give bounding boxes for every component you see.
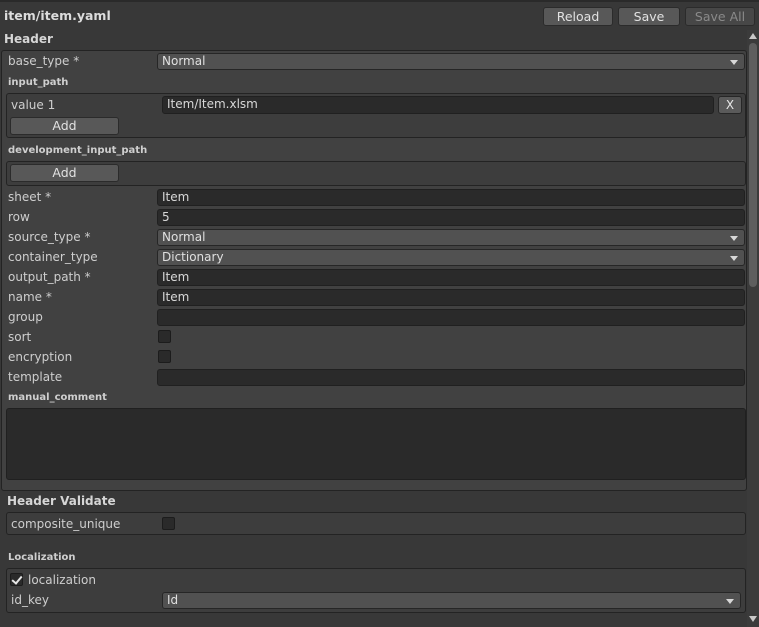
container-type-value: Dictionary (162, 250, 224, 264)
output-path-field[interactable]: Item (157, 269, 745, 286)
header-validate-title: Header Validate (7, 494, 116, 508)
container-type-label: container_type (8, 250, 98, 264)
row-field[interactable]: 5 (157, 209, 745, 226)
chevron-down-icon (726, 599, 734, 604)
base-type-value: Normal (162, 54, 206, 68)
add-development-input-path-button[interactable]: Add (10, 164, 119, 182)
top-border (0, 0, 759, 2)
group-label: group (8, 310, 43, 324)
source-type-label: source_type * (8, 230, 91, 244)
group-field[interactable] (157, 309, 745, 326)
manual-comment-textarea[interactable] (6, 408, 746, 480)
template-field[interactable] (157, 369, 745, 386)
manual-comment-label: manual_comment (8, 392, 107, 403)
header-section-title: Header (4, 32, 53, 46)
input-path-label: input_path (8, 77, 69, 88)
name-field[interactable]: Item (157, 289, 745, 306)
scrollbar-thumb[interactable] (749, 43, 757, 287)
scroll-down-arrow-icon[interactable] (749, 616, 757, 622)
id-key-dropdown[interactable]: Id (162, 592, 741, 609)
development-input-path-label: development_input_path (8, 145, 148, 156)
sort-label: sort (8, 330, 32, 344)
scroll-up-arrow-icon[interactable] (749, 33, 757, 39)
id-key-value: Id (167, 593, 179, 607)
output-path-label: output_path * (8, 270, 91, 284)
localization-title: Localization (8, 552, 76, 563)
sort-checkbox[interactable] (158, 330, 171, 343)
base-type-label: base_type * (8, 54, 80, 68)
source-type-dropdown[interactable]: Normal (157, 229, 745, 246)
input-path-item-label: value 1 (11, 98, 56, 112)
base-type-dropdown[interactable]: Normal (157, 53, 745, 70)
sheet-label: sheet * (8, 190, 52, 204)
row-label: row (8, 210, 30, 224)
checkmark-icon (10, 573, 23, 586)
save-all-button[interactable]: Save All (685, 7, 755, 26)
chevron-down-icon (730, 60, 738, 65)
composite-unique-label: composite_unique (11, 517, 121, 531)
name-label: name * (8, 290, 52, 304)
source-type-value: Normal (162, 230, 206, 244)
remove-input-path-button[interactable]: X (718, 96, 742, 114)
chevron-down-icon (730, 256, 738, 261)
id-key-label: id_key (11, 593, 49, 607)
encryption-checkbox[interactable] (158, 350, 171, 363)
composite-unique-checkbox[interactable] (162, 517, 175, 530)
reload-button[interactable]: Reload (543, 7, 613, 26)
input-path-item-field[interactable]: Item/Item.xlsm (162, 96, 714, 114)
chevron-down-icon (730, 236, 738, 241)
add-input-path-button[interactable]: Add (10, 117, 119, 135)
localization-checkbox[interactable] (10, 573, 24, 587)
encryption-label: encryption (8, 350, 73, 364)
save-button[interactable]: Save (618, 7, 680, 26)
container-type-dropdown[interactable]: Dictionary (157, 249, 745, 266)
localization-label: localization (28, 573, 96, 587)
window-title: item/item.yaml (4, 8, 111, 23)
template-label: template (8, 370, 63, 384)
sheet-field[interactable]: Item (157, 189, 745, 206)
